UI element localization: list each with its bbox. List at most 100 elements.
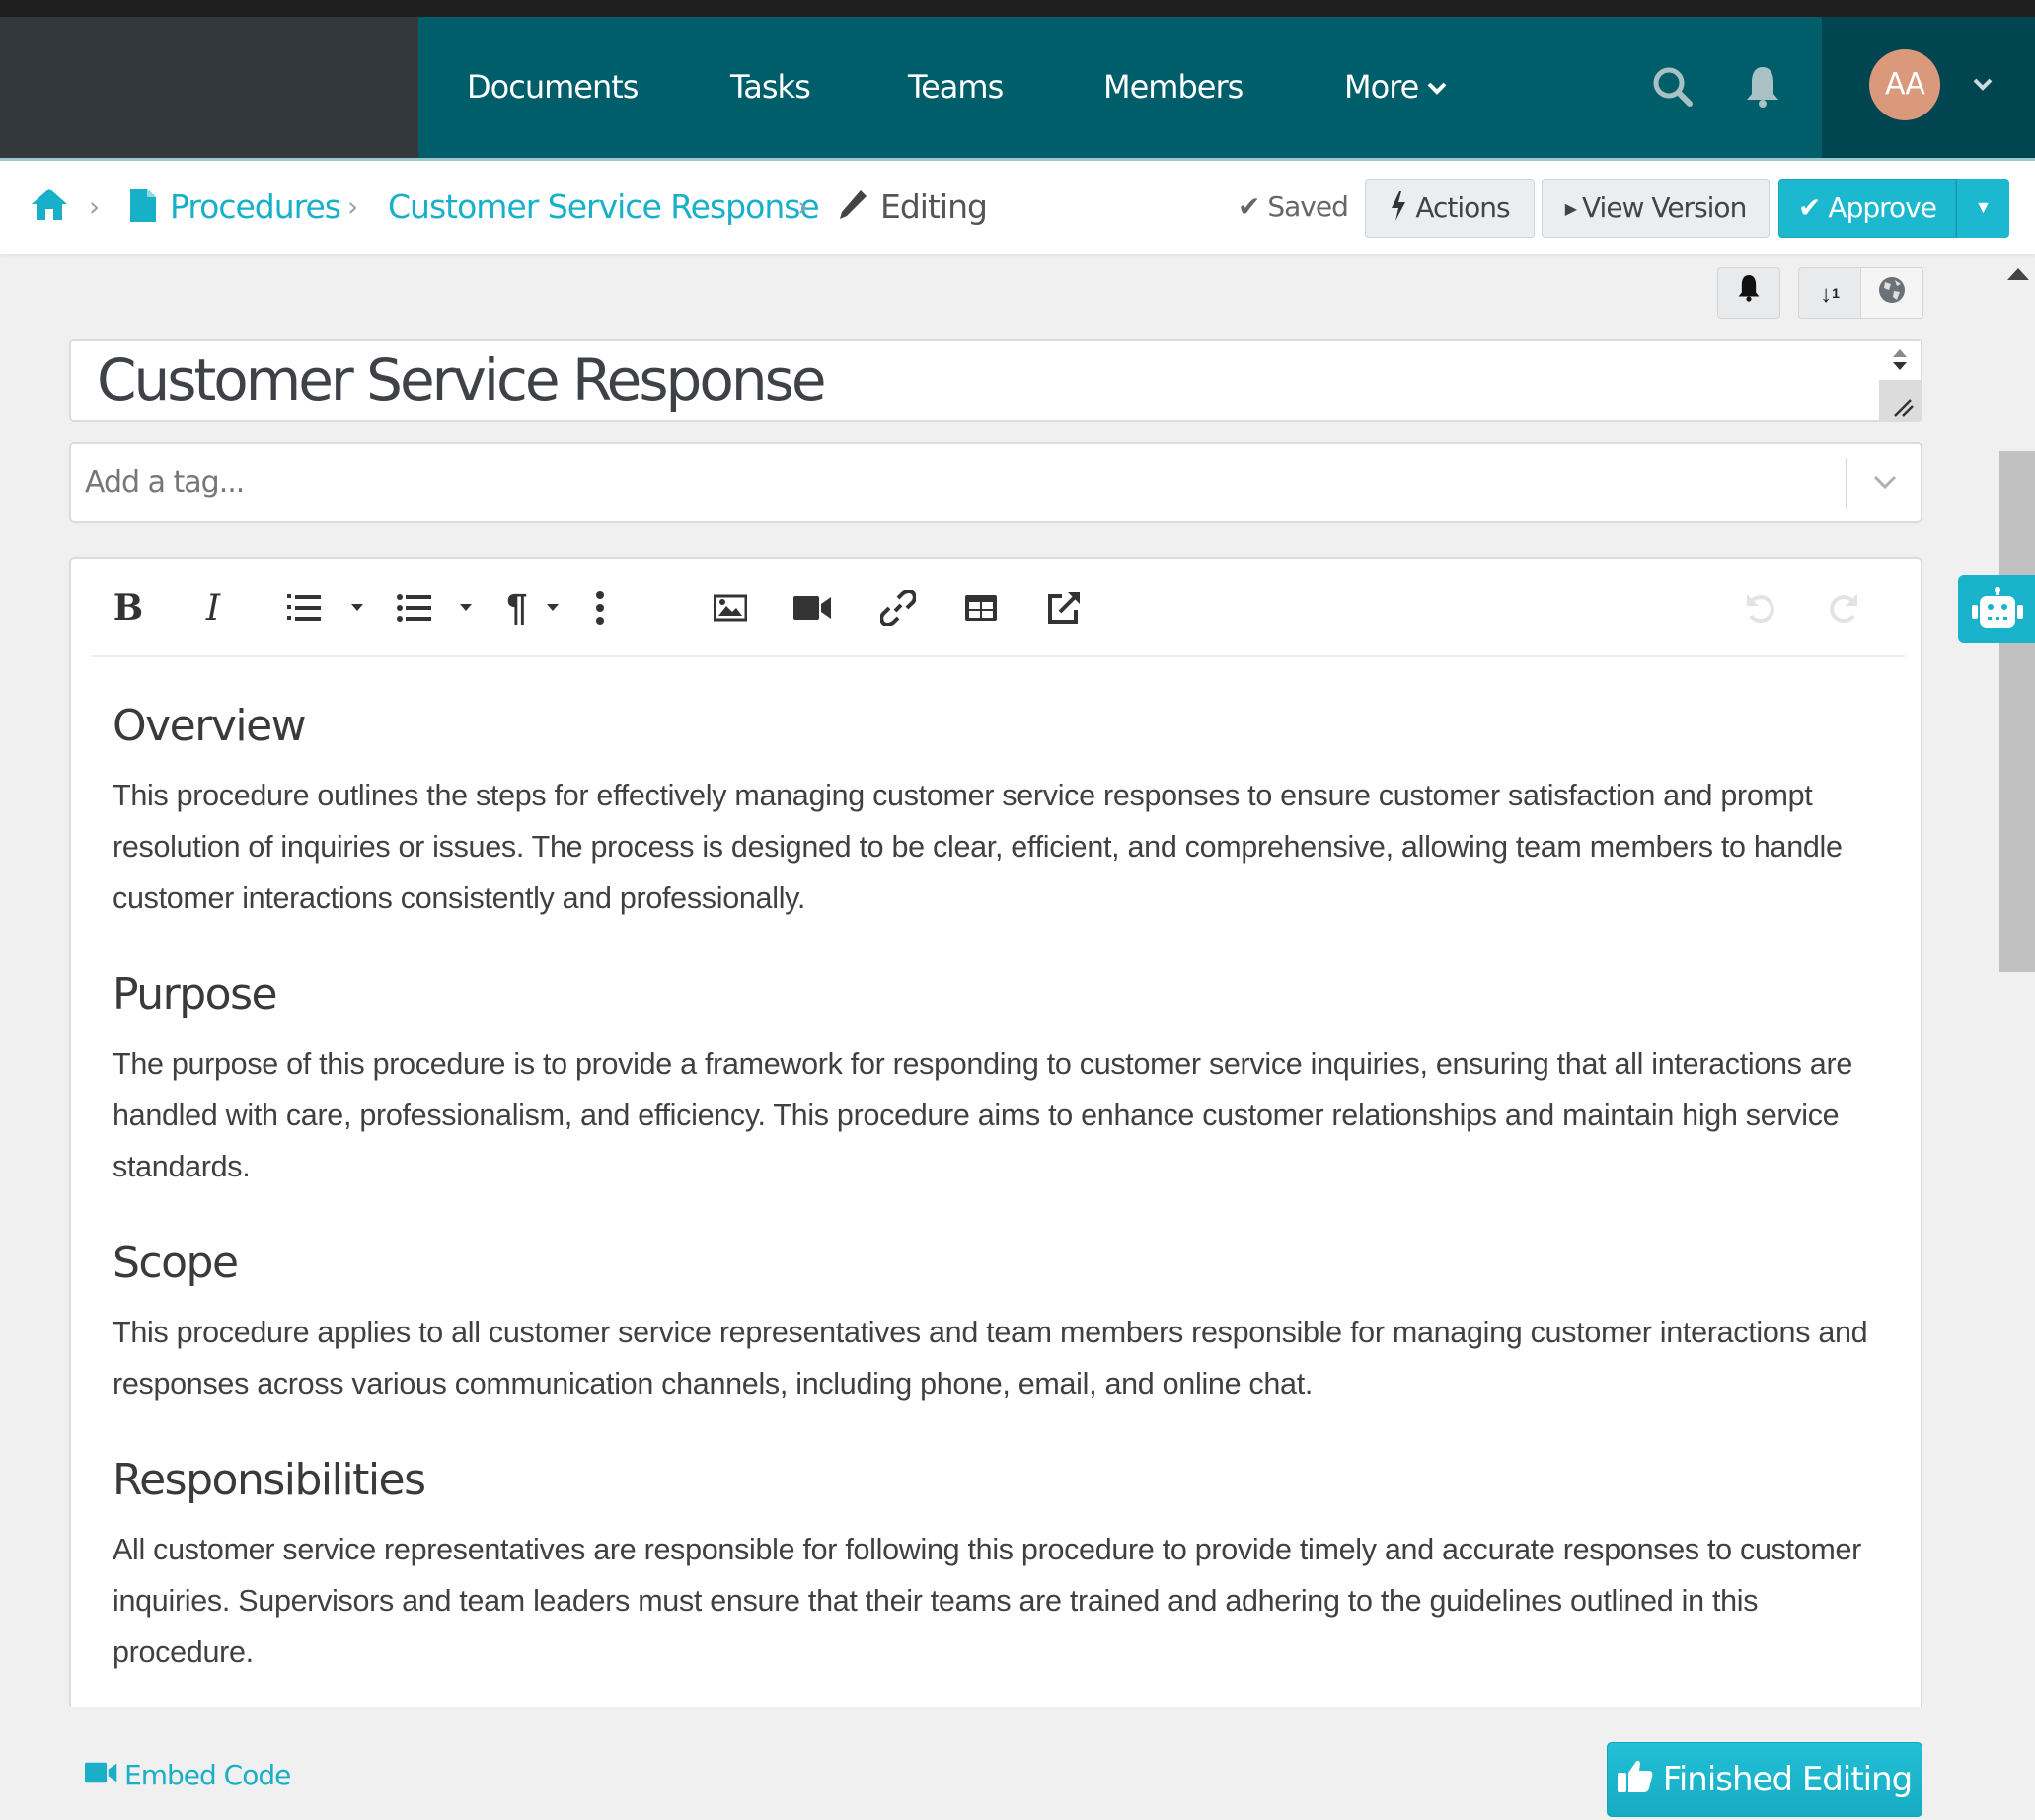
bold-button[interactable]: B [109,584,148,632]
insert-link-button[interactable] [878,584,918,632]
image-icon [714,594,747,622]
approve-dropdown-caret[interactable]: ▼ [1956,179,2009,238]
actions-label: Actions [1415,191,1510,224]
external-link-button[interactable] [1044,584,1084,632]
document-title-text[interactable]: Customer Service Response [97,341,827,420]
tag-divider [1846,458,1847,509]
editor-content[interactable]: Overview This procedure outlines the ste… [113,697,1889,1719]
finished-editing-label: Finished Editing [1662,1760,1914,1799]
undo-button[interactable] [1741,584,1780,632]
home-icon[interactable] [30,187,69,226]
page-scrollbar[interactable] [1999,451,2035,972]
embed-code-label: Embed Code [124,1759,291,1791]
breadcrumb-current: Editing [837,161,988,254]
public-toggle[interactable] [1860,267,1923,319]
link-icon [880,590,916,626]
sort-toggle[interactable]: ↓1 [1798,267,1861,319]
editor-toolbar: B I ¶ [91,559,1905,657]
bullet-list-button[interactable] [395,584,434,632]
nav-documents[interactable]: Documents [467,17,639,158]
redo-button[interactable] [1824,584,1863,632]
actions-button[interactable]: Actions [1365,179,1535,238]
ordered-list-button[interactable] [284,584,324,632]
tag-input[interactable]: Add a tag... [69,442,1922,523]
window-top-strip [0,0,2035,17]
breadcrumb-document[interactable]: Customer Service Response [388,161,820,254]
top-navbar: Documents Tasks Teams Members More AA [0,17,2035,158]
breadcrumb-separator: › [89,190,100,223]
bullet-list-icon [397,594,431,622]
approve-label: Approve [1828,191,1937,224]
robot-icon [1970,587,2025,638]
insert-image-button[interactable] [711,584,750,632]
section-heading: Scope [113,1238,239,1288]
external-link-icon [1048,592,1080,624]
paragraph-format-dropdown[interactable] [547,604,559,611]
section-body: All customer service representatives are… [113,1533,1862,1669]
tag-placeholder: Add a tag... [85,465,245,499]
bell-icon[interactable] [1743,64,1788,110]
logo-area[interactable] [0,17,418,158]
bullet-list-dropdown[interactable] [460,604,472,611]
redo-icon [1830,594,1857,624]
nav-more[interactable]: More [1344,17,1448,158]
section-body: This procedure applies to all customer s… [113,1316,1868,1401]
breadcrumb-bar: › Procedures › Customer Service Response… [0,158,2035,254]
file-icon [130,165,156,258]
scroll-up-arrow[interactable] [2007,268,2029,280]
pencil-icon [837,165,868,258]
section-body: This procedure outlines the steps for ef… [113,779,1843,915]
saved-status: ✔ Saved [1238,161,1349,254]
section-heading: Purpose [113,969,278,1020]
insert-table-button[interactable] [961,584,1001,632]
resize-grip-icon[interactable] [1879,380,1921,420]
sort-numeric-icon: ↓1 [1820,281,1840,308]
section-heading: Overview [113,701,307,751]
insert-video-button[interactable] [793,584,833,632]
view-version-button[interactable]: ▶ View Version [1542,179,1770,238]
chevron-down-icon[interactable] [1867,464,1903,499]
breadcrumb-separator: › [347,190,358,223]
thumbs-up-icon [1617,1759,1653,1801]
nav-teams[interactable]: Teams [908,17,1004,158]
embed-code-link[interactable]: Embed Code [85,1755,291,1796]
saved-label: Saved [1267,190,1349,223]
table-icon [965,595,997,621]
avatar[interactable]: AA [1869,49,1940,120]
bell-icon [1736,275,1762,302]
breadcrumb-procedures[interactable]: Procedures [130,161,341,254]
italic-button[interactable]: I [193,584,233,632]
ordered-list-dropdown[interactable] [351,604,363,611]
finished-editing-button[interactable]: Finished Editing [1607,1742,1922,1817]
chevron-down-icon [1426,19,1448,160]
search-icon[interactable] [1650,64,1696,110]
ordered-list-icon [287,594,321,621]
bolt-icon [1390,184,1407,241]
nav-more-label: More [1344,68,1419,106]
vertical-dots-icon [596,591,604,625]
check-icon: ✔ [1798,191,1821,224]
view-version-label: View Version [1582,191,1747,224]
approve-button[interactable]: ✔ Approve [1778,179,1956,238]
breadcrumb-procedures-label: Procedures [170,188,341,226]
video-camera-icon [793,596,831,620]
undo-icon [1747,594,1774,624]
section-heading: Responsibilities [113,1455,426,1505]
title-resize-control[interactable] [1879,341,1921,420]
bold-icon: B [113,587,144,629]
video-camera-icon [85,1755,118,1796]
check-icon: ✔ [1238,190,1260,223]
section-body: The purpose of this procedure is to prov… [113,1047,1852,1183]
document-title-input[interactable]: Customer Service Response [69,339,1922,422]
paragraph-format-button[interactable]: ¶ [497,584,537,632]
notify-toggle[interactable] [1717,267,1780,319]
rich-text-editor[interactable]: B I ¶ Overview This procedure outlines t… [69,557,1922,1707]
user-menu[interactable]: AA [1822,17,2035,158]
more-options-button[interactable] [580,584,620,632]
ai-assistant-button[interactable] [1958,575,2035,643]
nav-tasks[interactable]: Tasks [730,17,811,158]
globe-icon [1877,277,1907,303]
chevron-down-icon[interactable] [1972,68,1994,99]
nav-members[interactable]: Members [1103,17,1244,158]
breadcrumb-current-label: Editing [880,188,988,226]
